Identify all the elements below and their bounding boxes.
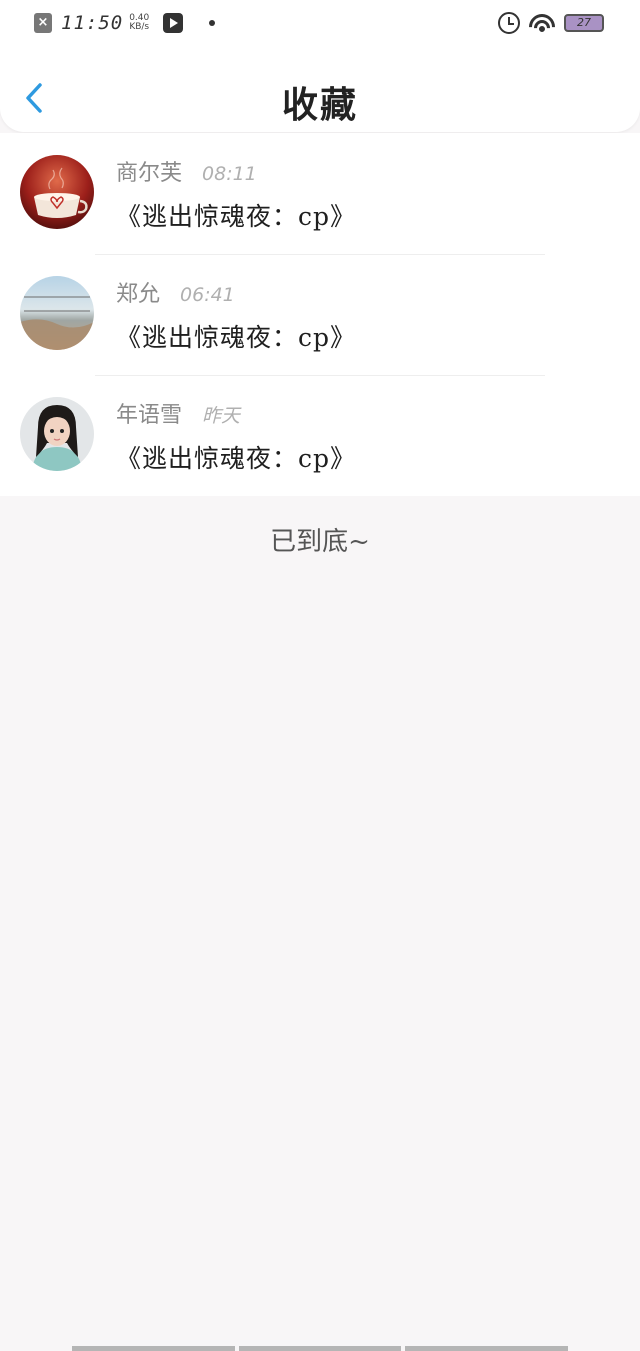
status-left: × 11:50 0.40 KB/s xyxy=(34,12,216,34)
alarm-icon xyxy=(498,12,520,34)
item-time: 08:11 xyxy=(202,163,257,185)
play-icon xyxy=(163,13,184,33)
battery-icon: 27 xyxy=(564,14,604,32)
avatar xyxy=(20,276,94,350)
favorites-list: 商尔芙 08:11 《逃出惊魂夜：cp》 郑允 06:41 《逃出惊魂夜：cp》… xyxy=(0,133,640,496)
item-title: 《逃出惊魂夜：cp》 xyxy=(116,444,357,473)
avatar xyxy=(20,155,94,229)
item-meta: 年语雪 昨天 xyxy=(116,397,240,429)
user-name: 郑允 xyxy=(116,282,161,307)
avatar xyxy=(20,397,94,471)
gesture-bar-segment xyxy=(72,1346,235,1351)
item-time: 06:41 xyxy=(180,284,235,306)
network-speed: 0.40 KB/s xyxy=(129,14,149,32)
gesture-bar xyxy=(72,1346,569,1351)
gesture-bar-segment xyxy=(405,1346,569,1351)
status-bar: × 11:50 0.40 KB/s 27 xyxy=(0,0,640,50)
list-item[interactable]: 商尔芙 08:11 《逃出惊魂夜：cp》 xyxy=(0,133,640,254)
status-right: 27 xyxy=(498,12,604,34)
item-meta: 商尔芙 08:11 xyxy=(116,155,257,187)
list-item[interactable]: 年语雪 昨天 《逃出惊魂夜：cp》 xyxy=(0,375,640,496)
wifi-icon xyxy=(528,12,556,34)
close-notification-icon: × xyxy=(34,13,52,33)
dot-icon xyxy=(209,20,216,26)
nav-bar: 收藏 xyxy=(0,60,640,132)
end-of-list-text: 已到底~ xyxy=(270,527,370,557)
gesture-bar-segment xyxy=(238,1346,402,1351)
item-title: 《逃出惊魂夜：cp》 xyxy=(116,323,357,352)
user-name: 年语雪 xyxy=(116,403,183,428)
speed-unit: KB/s xyxy=(129,22,150,32)
user-name: 商尔芙 xyxy=(116,161,183,186)
item-title: 《逃出惊魂夜：cp》 xyxy=(116,202,357,231)
status-time: 11:50 xyxy=(61,12,124,34)
page-title: 收藏 xyxy=(281,84,358,126)
item-time: 昨天 xyxy=(202,405,241,427)
list-item[interactable]: 郑允 06:41 《逃出惊魂夜：cp》 xyxy=(0,254,640,375)
item-meta: 郑允 06:41 xyxy=(116,276,235,308)
